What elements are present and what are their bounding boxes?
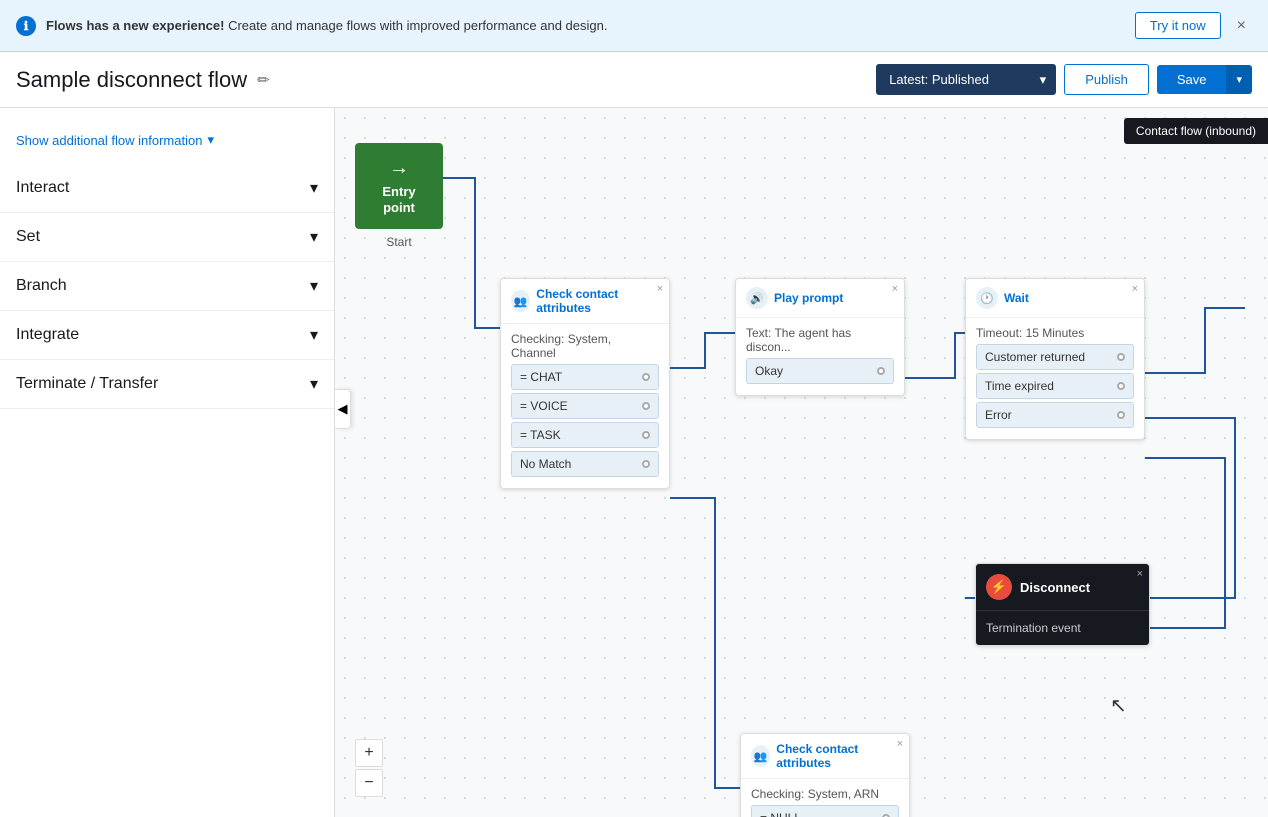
check-contact-1-option-nomatch: No Match bbox=[511, 451, 659, 477]
disconnect-title: Disconnect bbox=[1020, 580, 1090, 595]
save-button-group: Save ▾ bbox=[1157, 65, 1252, 94]
sidebar: Show additional flow information ▾ Inter… bbox=[0, 108, 335, 817]
sidebar-section-interact: Interact ▾ bbox=[0, 164, 334, 213]
zoom-controls: + − bbox=[355, 739, 383, 797]
flow-title-text: Sample disconnect flow bbox=[16, 67, 247, 93]
integrate-chevron-icon: ▾ bbox=[310, 325, 318, 345]
check-contact-2-option-null: = NULL bbox=[751, 805, 899, 817]
info-icon: ℹ bbox=[16, 16, 36, 36]
interact-label: Interact bbox=[16, 179, 69, 197]
play-prompt-title: Play prompt bbox=[774, 291, 843, 305]
cursor-indicator: ↖ bbox=[1110, 693, 1127, 718]
save-dropdown-button[interactable]: ▾ bbox=[1226, 65, 1252, 94]
check-contact-1-close-icon[interactable]: × bbox=[657, 283, 663, 295]
check-contact-1-option-chat: = CHAT bbox=[511, 364, 659, 390]
header-controls: Latest: Published Publish Save ▾ bbox=[876, 64, 1252, 95]
connector-lines bbox=[335, 108, 1268, 817]
check-contact-1-option-task: = TASK bbox=[511, 422, 659, 448]
edit-title-icon[interactable]: ✏ bbox=[257, 71, 270, 89]
check-contact-2-close-icon[interactable]: × bbox=[897, 738, 903, 750]
check-contact-2-title: Check contact attributes bbox=[776, 742, 899, 770]
play-prompt-option-okay: Okay bbox=[746, 358, 894, 384]
integrate-label: Integrate bbox=[16, 326, 79, 344]
check-contact-node-2[interactable]: × 👥 Check contact attributes Checking: S… bbox=[740, 733, 910, 817]
check-contact-1-attr: Checking: System, Channel bbox=[511, 332, 659, 360]
sidebar-item-terminate[interactable]: Terminate / Transfer ▾ bbox=[0, 360, 334, 408]
zoom-in-button[interactable]: + bbox=[355, 739, 383, 767]
zoom-out-button[interactable]: − bbox=[355, 769, 383, 797]
show-additional-info[interactable]: Show additional flow information ▾ bbox=[0, 124, 334, 164]
sidebar-section-set: Set ▾ bbox=[0, 213, 334, 262]
sidebar-item-set[interactable]: Set ▾ bbox=[0, 213, 334, 261]
sidebar-item-branch[interactable]: Branch ▾ bbox=[0, 262, 334, 310]
disconnect-node[interactable]: × ⚡ Disconnect Termination event bbox=[975, 563, 1150, 646]
save-button[interactable]: Save bbox=[1157, 65, 1227, 94]
flow-title-area: Sample disconnect flow ✏ bbox=[16, 67, 876, 93]
disconnect-attr: Termination event bbox=[986, 621, 1139, 635]
wait-attr: Timeout: 15 Minutes bbox=[976, 326, 1134, 340]
play-prompt-close-icon[interactable]: × bbox=[892, 283, 898, 295]
version-select-wrapper: Latest: Published bbox=[876, 64, 1056, 95]
branch-label: Branch bbox=[16, 277, 67, 295]
entry-arrow-icon: → bbox=[367, 157, 431, 180]
version-select[interactable]: Latest: Published bbox=[876, 64, 1056, 95]
wait-option-time-expired: Time expired bbox=[976, 373, 1134, 399]
main-area: Show additional flow information ▾ Inter… bbox=[0, 108, 1268, 817]
entry-point-start: Start bbox=[355, 235, 443, 249]
branch-chevron-icon: ▾ bbox=[310, 276, 318, 296]
sidebar-item-integrate[interactable]: Integrate ▾ bbox=[0, 311, 334, 359]
sidebar-item-interact[interactable]: Interact ▾ bbox=[0, 164, 334, 212]
wait-option-error: Error bbox=[976, 402, 1134, 428]
banner-close-icon[interactable]: × bbox=[1231, 15, 1252, 37]
disconnect-icon: ⚡ bbox=[986, 574, 1012, 600]
page-header: Sample disconnect flow ✏ Latest: Publish… bbox=[0, 52, 1268, 108]
sidebar-section-integrate: Integrate ▾ bbox=[0, 311, 334, 360]
wait-icon: 🕐 bbox=[976, 287, 998, 309]
entry-point-title: Entry point bbox=[367, 184, 431, 215]
check-contact-2-icon: 👥 bbox=[751, 745, 770, 767]
chevron-down-icon: ▾ bbox=[207, 132, 214, 148]
show-info-label: Show additional flow information bbox=[16, 133, 202, 148]
entry-point-node[interactable]: → Entry point Start bbox=[355, 143, 443, 249]
sidebar-section-terminate: Terminate / Transfer ▾ bbox=[0, 360, 334, 409]
check-contact-1-title: Check contact attributes bbox=[536, 287, 659, 315]
check-contact-1-icon: 👥 bbox=[511, 290, 530, 312]
contact-flow-label: Contact flow (inbound) bbox=[1124, 118, 1268, 144]
terminate-chevron-icon: ▾ bbox=[310, 374, 318, 394]
play-prompt-node[interactable]: × 🔊 Play prompt Text: The agent has disc… bbox=[735, 278, 905, 396]
interact-chevron-icon: ▾ bbox=[310, 178, 318, 198]
collapse-arrow-icon: ◀ bbox=[338, 401, 348, 417]
wait-close-icon[interactable]: × bbox=[1132, 283, 1138, 295]
set-label: Set bbox=[16, 228, 40, 246]
set-chevron-icon: ▾ bbox=[310, 227, 318, 247]
try-it-now-button[interactable]: Try it now bbox=[1135, 12, 1221, 39]
flow-canvas[interactable]: Contact flow (inbound) → bbox=[335, 108, 1268, 817]
play-prompt-icon: 🔊 bbox=[746, 287, 768, 309]
banner-message: Flows has a new experience! Create and m… bbox=[46, 18, 1125, 33]
check-contact-2-attr: Checking: System, ARN bbox=[751, 787, 899, 801]
check-contact-1-option-voice: = VOICE bbox=[511, 393, 659, 419]
publish-button[interactable]: Publish bbox=[1064, 64, 1149, 95]
wait-title: Wait bbox=[1004, 291, 1029, 305]
wait-node[interactable]: × 🕐 Wait Timeout: 15 Minutes Customer re… bbox=[965, 278, 1145, 440]
play-prompt-attr: Text: The agent has discon... bbox=[746, 326, 894, 354]
wait-option-customer-returned: Customer returned bbox=[976, 344, 1134, 370]
terminate-label: Terminate / Transfer bbox=[16, 375, 158, 393]
disconnect-close-icon[interactable]: × bbox=[1137, 568, 1143, 580]
check-contact-node-1[interactable]: × 👥 Check contact attributes Checking: S… bbox=[500, 278, 670, 489]
new-experience-banner: ℹ Flows has a new experience! Create and… bbox=[0, 0, 1268, 52]
sidebar-section-branch: Branch ▾ bbox=[0, 262, 334, 311]
sidebar-collapse-button[interactable]: ◀ bbox=[335, 389, 351, 429]
